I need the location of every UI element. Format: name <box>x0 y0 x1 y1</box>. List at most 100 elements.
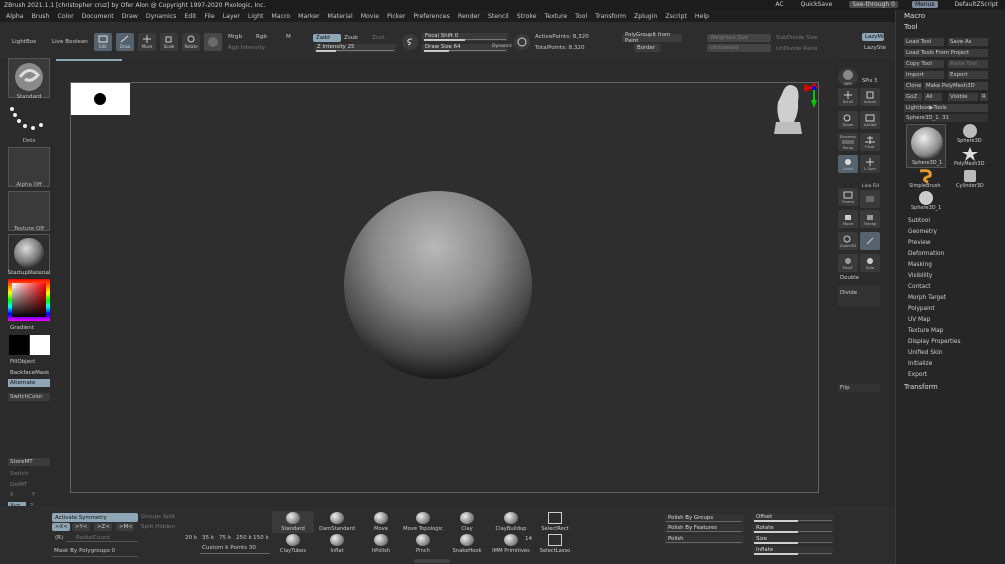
switch-color-button[interactable]: SwitchColor <box>8 393 50 401</box>
texture-thumbnail[interactable] <box>8 191 50 231</box>
weighted-size-slider[interactable]: Weighted Size <box>707 34 771 42</box>
alpha-thumbnail[interactable] <box>8 147 50 187</box>
menu-light[interactable]: Light <box>248 13 263 20</box>
mask-by-polygroups-slider[interactable]: Mask By Polygroups 0 <box>54 548 115 554</box>
load-tool-button[interactable]: Load Tool <box>904 38 944 46</box>
aahalf-button[interactable]: AAHalf <box>860 111 880 129</box>
menus-button[interactable]: Menus <box>911 1 938 8</box>
m-button[interactable]: M <box>286 34 291 40</box>
subpalette-contact[interactable]: Contact <box>908 284 931 290</box>
brush-selectlasso[interactable]: SelectLasso <box>536 534 574 564</box>
lightbox-tools-button[interactable]: Lightbox▶Tools <box>904 104 988 112</box>
menu-macro[interactable]: Macro <box>271 13 290 20</box>
subdivide-size-slider[interactable]: SubDivide Size <box>776 35 818 41</box>
unmasked-slider[interactable]: Unmasked <box>707 44 771 52</box>
menu-transform[interactable]: Transform <box>595 13 626 20</box>
brush-preview-button[interactable] <box>402 34 418 50</box>
radial-r-button[interactable]: (R) <box>55 535 63 541</box>
menu-zplugin[interactable]: Zplugin <box>634 13 657 20</box>
goz-all-button[interactable]: All <box>924 93 942 101</box>
menu-preferences[interactable]: Preferences <box>413 13 449 20</box>
lightbox-button[interactable]: LightBox <box>12 39 36 45</box>
navigation-gizmo[interactable] <box>770 82 820 138</box>
split-hidden-button[interactable]: Split Hidden <box>141 524 175 530</box>
menu-marker[interactable]: Marker <box>298 13 319 20</box>
brush-hpolish[interactable]: hPolish <box>362 534 400 564</box>
custom-k-points-slider[interactable]: Custom k Points 30 <box>202 545 256 551</box>
border-button[interactable]: Border <box>634 44 660 52</box>
focal-shift-slider[interactable]: Focal Shift 0 <box>422 33 508 41</box>
tool-thumb-sphere3d-1[interactable]: Sphere3D_1 <box>906 124 946 168</box>
subpalette-preview[interactable]: Preview <box>908 240 931 246</box>
zadd-button[interactable]: Zadd <box>313 34 341 42</box>
move-view-button[interactable]: Move <box>838 210 858 228</box>
menu-dynamics[interactable]: Dynamics <box>146 13 177 20</box>
load-tools-from-project-button[interactable]: Load Tools From Project <box>904 49 988 57</box>
tool-palette-header[interactable]: Tool <box>904 23 918 31</box>
preset-35k[interactable]: 35 k <box>202 535 214 541</box>
mrgb-button[interactable]: Mrgb <box>228 34 242 40</box>
rgb-button[interactable]: Rgb <box>256 34 267 40</box>
floor-button[interactable]: Floor <box>860 133 880 151</box>
make-polymesh3d-button[interactable]: Make PolyMesh3D <box>924 82 988 90</box>
polish-by-groups-slider[interactable]: Polish By Groups <box>664 514 744 523</box>
subpalette-initialize[interactable]: Initialize <box>908 361 932 367</box>
groups-split-button[interactable]: Groups Split <box>141 514 175 520</box>
goz-r-button[interactable]: R <box>980 93 988 101</box>
subpalette-polypaint[interactable]: Polypaint <box>908 306 935 312</box>
sphere3d-mesh[interactable] <box>340 188 536 382</box>
brush-pinch[interactable]: Pinch <box>404 534 442 564</box>
switch-button[interactable]: Switch <box>8 470 50 478</box>
local-button[interactable]: Local <box>838 155 858 173</box>
secondary-color-swatch[interactable] <box>30 335 50 355</box>
subpalette-uv-map[interactable]: UV Map <box>908 317 930 323</box>
menu-zscript[interactable]: Zscript <box>665 13 686 20</box>
menu-brush[interactable]: Brush <box>32 13 50 20</box>
double-button[interactable]: Double <box>838 274 880 282</box>
move-button[interactable]: Move <box>138 33 156 51</box>
ac-label[interactable]: AC <box>775 1 783 8</box>
backface-mask-button[interactable]: BackfaceMask <box>8 369 50 377</box>
clone-button[interactable]: Clone <box>904 82 922 90</box>
brush-claytubes[interactable]: ClayTubes <box>274 534 312 564</box>
polish-slider[interactable]: Polish <box>664 535 744 544</box>
subpalette-subtool[interactable]: Subtool <box>908 218 930 224</box>
solo-button[interactable]: Solo <box>860 254 880 272</box>
persp-button[interactable]: Dynamic Persp <box>838 133 858 151</box>
fill-object-button[interactable]: FillObject <box>8 358 50 366</box>
subpalette-export[interactable]: Export <box>908 372 927 378</box>
scroll-button[interactable]: Scroll <box>838 88 858 106</box>
subpalette-texture-map[interactable]: Texture Map <box>908 328 943 334</box>
preset-250k[interactable]: 250 k <box>236 535 252 541</box>
see-through-slider[interactable]: See-through 0 <box>849 1 898 8</box>
ghost-button[interactable] <box>860 232 880 250</box>
divide-button[interactable]: Divide <box>838 286 880 306</box>
polyf-top-button[interactable] <box>860 190 880 208</box>
subpalette-unified-skin[interactable]: Unified Skin <box>908 350 943 356</box>
subpalette-deformation[interactable]: Deformation <box>908 251 944 257</box>
menu-document[interactable]: Document <box>82 13 114 20</box>
preset-150k[interactable]: 150 k <box>253 535 269 541</box>
tool-thumb-sphere3d-1-b[interactable]: Sphere3D_1 <box>906 191 946 213</box>
subpalette-display-properties[interactable]: Display Properties <box>908 339 961 345</box>
inflate-slider[interactable]: Inflate <box>752 546 834 555</box>
menu-file[interactable]: File <box>204 13 214 20</box>
rotate-button[interactable]: Rotate <box>182 33 200 51</box>
polygroupit-button[interactable]: PolyGroupIt from Paint <box>622 32 682 44</box>
live-boolean-button[interactable]: Live Boolean <box>52 39 88 45</box>
tool-thumb-polymesh3d[interactable]: PolyMesh3D <box>952 147 988 169</box>
zsub-button[interactable]: Zsub <box>344 35 358 41</box>
z-axis-button[interactable]: >Z< <box>94 523 112 531</box>
menu-texture[interactable]: Texture <box>545 13 568 20</box>
quicksave-button[interactable]: QuickSave <box>798 1 836 8</box>
zcut-button[interactable]: Zcut <box>372 35 385 41</box>
default-zscript-button[interactable]: DefaultZScript <box>952 1 1001 8</box>
tool-thumb-cylinder3d[interactable]: Cylinder3D <box>952 169 988 191</box>
transform-palette-header[interactable]: Transform <box>904 383 938 391</box>
menu-stroke[interactable]: Stroke <box>517 13 537 20</box>
menu-edit[interactable]: Edit <box>184 13 196 20</box>
menu-render[interactable]: Render <box>458 13 480 20</box>
subpalette-visibility[interactable]: Visibility <box>908 273 932 279</box>
import-button[interactable]: Import <box>904 71 944 79</box>
del-mt-button[interactable]: DelMT <box>8 481 50 489</box>
